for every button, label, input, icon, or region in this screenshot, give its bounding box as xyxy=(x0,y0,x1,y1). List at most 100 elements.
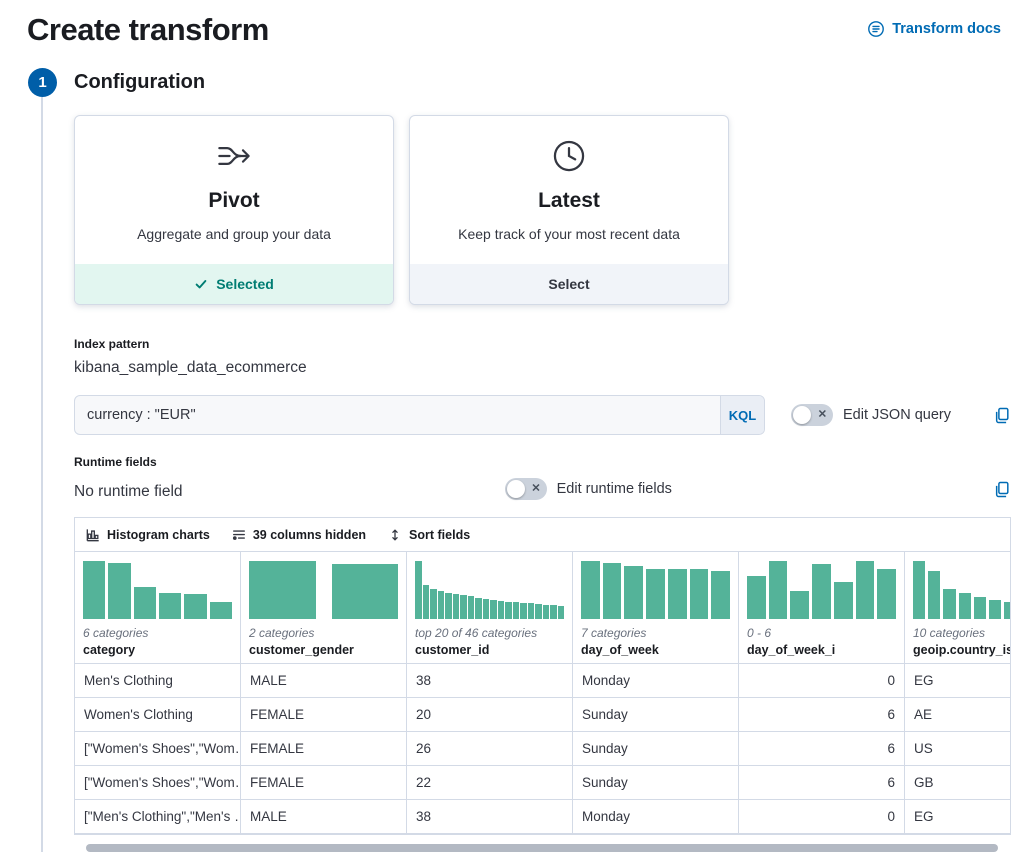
table-row: ["Women's Shoes","Wom…FEMALE26Sunday6US xyxy=(75,732,1011,766)
copy-runtime-button[interactable] xyxy=(994,481,1011,498)
table-cell[interactable]: FEMALE xyxy=(241,766,407,799)
column-legend: 0 - 6 xyxy=(747,626,896,640)
table-cell[interactable]: ["Women's Shoes","Wom… xyxy=(75,766,241,799)
columns-hidden-button[interactable]: 39 columns hidden xyxy=(232,528,366,542)
table-cell[interactable]: AE xyxy=(905,698,1011,731)
step-header: 1 Configuration xyxy=(28,68,1034,97)
docs-icon xyxy=(867,20,885,38)
histogram-bar xyxy=(108,563,130,619)
pivot-card[interactable]: Pivot Aggregate and group your data Sele… xyxy=(74,115,394,305)
histogram-bar xyxy=(603,563,622,619)
grid-toolbar: Histogram charts 39 columns hidden So xyxy=(75,518,1010,552)
table-cell[interactable]: Sunday xyxy=(573,766,739,799)
copy-query-button[interactable] xyxy=(994,407,1011,424)
latest-footer-label: Select xyxy=(548,276,589,292)
histogram-bar xyxy=(581,561,600,619)
column-header-category[interactable]: 6 categories category xyxy=(75,552,241,663)
table-cell[interactable]: MALE xyxy=(241,664,407,697)
histogram-bar xyxy=(913,561,925,619)
grid-inner: 6 categories category 2 categoriescustomer… xyxy=(75,552,1011,834)
sort-fields-button[interactable]: Sort fields xyxy=(388,528,470,542)
latest-card[interactable]: Latest Keep track of your most recent da… xyxy=(409,115,729,305)
latest-card-description: Keep track of your most recent data xyxy=(410,226,728,242)
runtime-controls: ✕ Edit runtime fields xyxy=(183,478,1011,500)
table-cell[interactable]: ["Women's Shoes","Wom… xyxy=(75,732,241,765)
edit-json-query-label: Edit JSON query xyxy=(843,407,951,423)
table-cell[interactable]: FEMALE xyxy=(241,698,407,731)
table-cell[interactable]: GB xyxy=(905,766,1011,799)
table-cell[interactable]: 0 xyxy=(739,800,905,833)
runtime-fields-value: No runtime field xyxy=(74,483,183,501)
edit-runtime-fields-toggle[interactable]: ✕ xyxy=(505,478,547,500)
column-header-day_of_week[interactable]: 7 categories day_of_week xyxy=(573,552,739,663)
table-cell[interactable]: EG xyxy=(905,800,1011,833)
histogram-bar xyxy=(423,585,430,619)
histogram-bar xyxy=(184,594,206,619)
table-cell[interactable]: ["Men's Clothing","Men's … xyxy=(75,800,241,833)
table-cell[interactable]: Men's Clothing xyxy=(75,664,241,697)
histogram-charts-label: Histogram charts xyxy=(107,528,210,542)
copy-icon xyxy=(994,407,1011,424)
column-legend: 7 categories xyxy=(581,626,730,640)
histogram-bar xyxy=(769,561,788,619)
table-cell[interactable]: 38 xyxy=(407,664,573,697)
column-header-customer_id[interactable]: top 20 of 46 categoriescustomer_id xyxy=(407,552,573,663)
table-cell[interactable]: Women's Clothing xyxy=(75,698,241,731)
edit-json-query-toggle[interactable]: ✕ xyxy=(791,404,833,426)
column-name: category xyxy=(83,643,232,657)
kql-language-button[interactable]: KQL xyxy=(720,396,764,434)
table-cell[interactable]: Sunday xyxy=(573,732,739,765)
table-cell[interactable]: FEMALE xyxy=(241,732,407,765)
histogram-bar xyxy=(959,593,971,619)
column-name: customer_gender xyxy=(249,643,398,657)
histogram-bar xyxy=(1004,602,1011,619)
histogram-geoip.country_iso_... xyxy=(913,561,1011,619)
page-title: Create transform xyxy=(27,12,269,48)
histogram-bar xyxy=(550,605,557,619)
histogram-bar xyxy=(332,564,399,619)
table-cell[interactable]: 22 xyxy=(407,766,573,799)
grid-body: Men's ClothingMALE38Monday0EGWomen's Clo… xyxy=(75,664,1011,834)
table-cell[interactable]: MALE xyxy=(241,800,407,833)
column-name: day_of_week xyxy=(581,643,730,657)
histogram-charts-button[interactable]: Histogram charts xyxy=(86,528,210,542)
table-cell[interactable]: US xyxy=(905,732,1011,765)
data-grid: Histogram charts 39 columns hidden So xyxy=(74,517,1011,835)
query-input[interactable] xyxy=(75,396,720,434)
column-legend: 6 categories xyxy=(83,626,232,640)
column-header-day_of_week_i[interactable]: 0 - 6day_of_week_i xyxy=(739,552,905,663)
table-cell[interactable]: 6 xyxy=(739,698,905,731)
horizontal-scrollbar[interactable] xyxy=(86,844,998,852)
toggle-off-x-icon: ✕ xyxy=(818,410,827,421)
histogram-bar xyxy=(159,593,181,619)
histogram-bar xyxy=(249,561,316,619)
latest-card-title: Latest xyxy=(410,189,728,213)
runtime-fields-label: Runtime fields xyxy=(74,455,1034,469)
table-cell[interactable]: 26 xyxy=(407,732,573,765)
histogram-bar xyxy=(83,561,105,619)
table-cell[interactable]: Sunday xyxy=(573,698,739,731)
pivot-selected-footer[interactable]: Selected xyxy=(75,264,393,304)
histogram-bar xyxy=(210,602,232,619)
table-cell[interactable]: 6 xyxy=(739,766,905,799)
table-cell[interactable]: EG xyxy=(905,664,1011,697)
histogram-bar xyxy=(445,593,452,619)
table-cell[interactable]: 6 xyxy=(739,732,905,765)
index-pattern-value: kibana_sample_data_ecommerce xyxy=(74,359,1034,377)
table-cell[interactable]: 0 xyxy=(739,664,905,697)
latest-select-button[interactable]: Select xyxy=(410,264,728,304)
transform-docs-link[interactable]: Transform docs xyxy=(867,20,1001,38)
table-cell[interactable]: 38 xyxy=(407,800,573,833)
histogram-bar xyxy=(856,561,875,619)
column-legend: 10 categories xyxy=(913,626,1011,640)
sort-fields-label: Sort fields xyxy=(409,528,470,542)
clock-icon xyxy=(551,138,587,174)
column-header-customer_gender[interactable]: 2 categoriescustomer_gender xyxy=(241,552,407,663)
histogram-bar xyxy=(498,601,505,619)
runtime-row: No runtime field ✕ Edit runtime fields xyxy=(74,475,1011,501)
table-cell[interactable]: 20 xyxy=(407,698,573,731)
table-cell[interactable]: Monday xyxy=(573,664,739,697)
column-header-geoip.country_iso_...[interactable]: 10 categories geoip.country_iso_... xyxy=(905,552,1011,663)
table-cell[interactable]: Monday xyxy=(573,800,739,833)
column-name: geoip.country_iso_... xyxy=(913,643,1011,657)
